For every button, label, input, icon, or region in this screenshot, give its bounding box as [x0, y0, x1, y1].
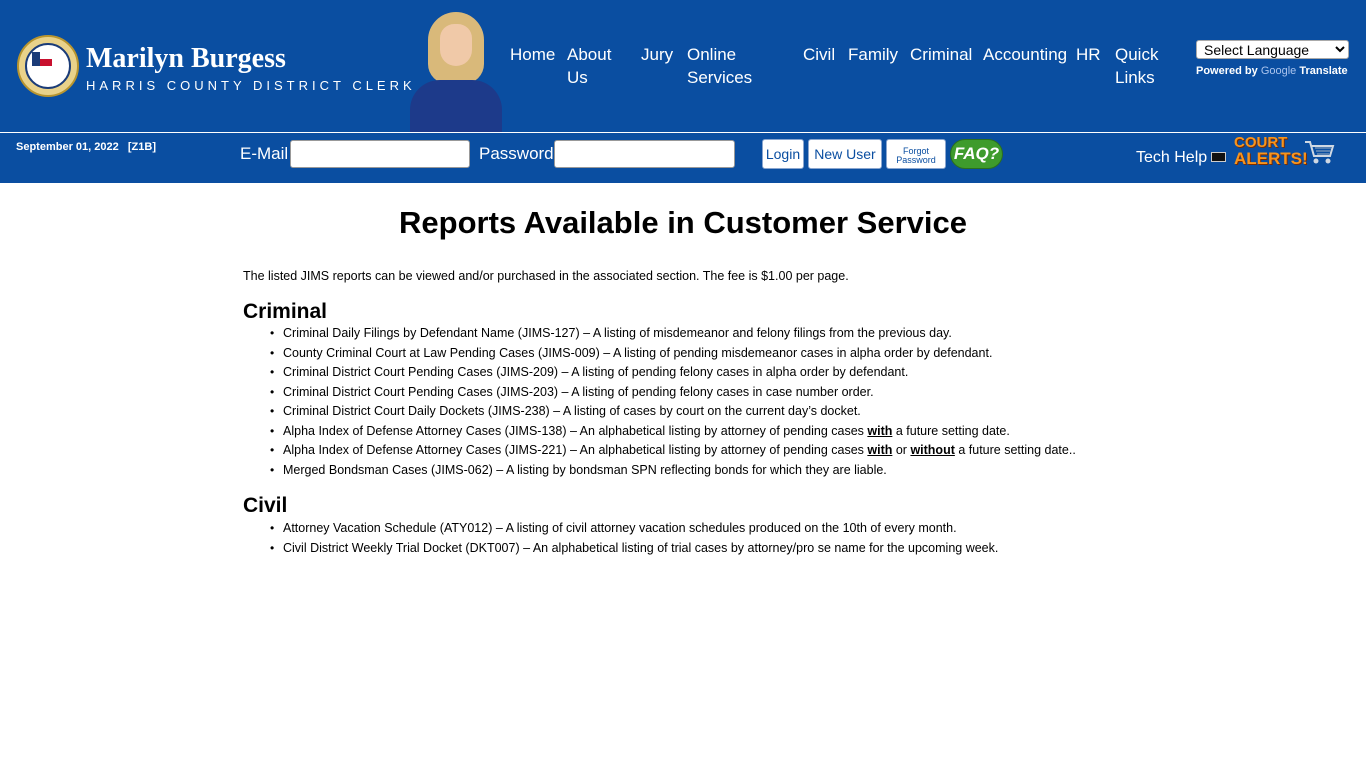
emphasis-with: with: [867, 443, 893, 457]
language-select[interactable]: Select Language: [1196, 40, 1349, 59]
nav-hr[interactable]: HR: [1076, 43, 1101, 66]
tech-help-link[interactable]: Tech Help: [1136, 149, 1207, 167]
list-item: Attorney Vacation Schedule (ATY012) – A …: [270, 521, 998, 541]
brand-subtitle[interactable]: HARRIS COUNTY DISTRICT CLERK: [86, 78, 416, 93]
criminal-report-list: Criminal Daily Filings by Defendant Name…: [270, 326, 1076, 483]
item-text: Alpha Index of Defense Attorney Cases (J…: [283, 443, 868, 457]
laptop-icon[interactable]: [1211, 152, 1226, 162]
item-text: or: [892, 443, 911, 457]
password-input[interactable]: [554, 140, 735, 168]
nav-home[interactable]: Home: [510, 43, 555, 66]
list-item: Criminal Daily Filings by Defendant Name…: [270, 326, 1076, 346]
item-text: a future setting date..: [954, 443, 1076, 457]
list-item: Merged Bondsman Cases (JIMS-062) – A lis…: [270, 463, 1076, 483]
nav-family[interactable]: Family: [848, 43, 898, 66]
login-button[interactable]: Login: [762, 139, 804, 169]
nav-criminal[interactable]: Criminal: [910, 43, 972, 66]
nav-online-services[interactable]: Online Services: [687, 43, 757, 89]
faq-button[interactable]: FAQ?: [950, 139, 1003, 169]
nav-about-us[interactable]: About Us: [567, 43, 627, 89]
intro-text: The listed JIMS reports can be viewed an…: [243, 269, 849, 283]
criminal-heading: Criminal: [243, 300, 328, 323]
item-text: a future setting date.: [892, 423, 1010, 438]
email-label: E-Mail: [240, 144, 289, 163]
list-item: Civil District Weekly Trial Docket (DKT0…: [270, 541, 998, 561]
new-user-button[interactable]: New User: [808, 139, 882, 169]
list-item: Alpha Index of Defense Attorney Cases (J…: [270, 443, 1076, 463]
password-label: Password: [479, 144, 554, 163]
shopping-cart-icon[interactable]: [1303, 138, 1335, 166]
district-clerk-seal-icon[interactable]: [17, 35, 79, 97]
powered-by-label: Powered by: [1196, 65, 1258, 77]
court-alerts-link[interactable]: COURT ALERTS!: [1234, 134, 1308, 168]
list-item: Criminal District Court Pending Cases (J…: [270, 365, 1076, 385]
nav-accounting[interactable]: Accounting: [983, 43, 1067, 66]
civil-heading: Civil: [243, 494, 288, 517]
list-item: Criminal District Court Pending Cases (J…: [270, 385, 1076, 405]
forgot-password-button[interactable]: Forgot Password: [886, 139, 946, 169]
list-item: Alpha Index of Defense Attorney Cases (J…: [270, 423, 1076, 444]
court-alerts-line-1: COURT: [1234, 134, 1288, 151]
page-title: Reports Available in Customer Service: [399, 205, 967, 240]
translate-link[interactable]: Translate: [1299, 65, 1347, 77]
google-logo: Google: [1260, 65, 1297, 77]
nav-quick-links[interactable]: Quick Links: [1115, 43, 1165, 89]
forgot-line-2: Password: [896, 155, 936, 165]
civil-report-list: Attorney Vacation Schedule (ATY012) – A …: [270, 521, 998, 561]
list-item: County Criminal Court at Law Pending Cas…: [270, 346, 1076, 366]
nav-jury[interactable]: Jury: [641, 43, 673, 66]
email-input[interactable]: [290, 140, 470, 168]
nav-civil[interactable]: Civil: [803, 43, 835, 66]
court-alerts-line-2: ALERTS!: [1234, 149, 1308, 168]
emphasis-without: without: [910, 443, 955, 457]
clerk-portrait: [410, 12, 502, 132]
list-item: Criminal District Court Daily Dockets (J…: [270, 404, 1076, 424]
google-translate-credit: Powered by Google Translate: [1196, 65, 1348, 77]
emphasis-with: with: [867, 423, 893, 438]
item-text: Alpha Index of Defense Attorney Cases (J…: [283, 423, 868, 438]
current-date: September 01, 2022 [Z1B]: [16, 141, 157, 153]
brand-name[interactable]: Marilyn Burgess: [86, 43, 286, 75]
